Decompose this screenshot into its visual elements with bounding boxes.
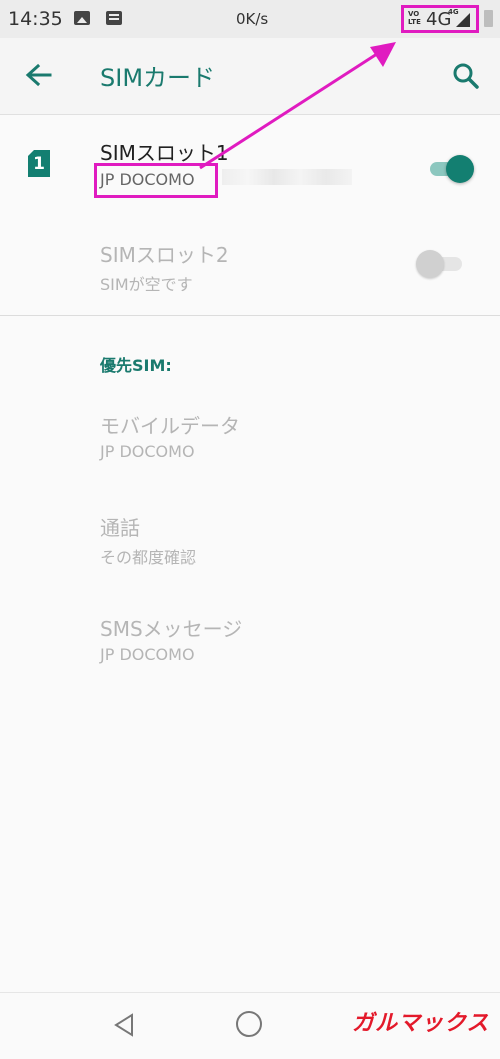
sim-card-icon: 1 [28,150,50,177]
sim-slot-2-toggle[interactable] [416,249,464,279]
search-button[interactable] [446,56,486,96]
preferred-sim-header: 優先SIM: [100,356,172,375]
pref-calls[interactable]: 通話 その都度確認 [100,512,480,592]
pref-title: SMSメッセージ [100,617,243,641]
back-button[interactable] [16,56,60,96]
volte-icon: VO LTE [408,10,421,26]
nav-home-icon[interactable] [236,1011,262,1037]
network-highlight-box: VO LTE 4G 4G [401,5,479,33]
status-bar: 14:35 0K/s VO LTE 4G 4G [0,0,500,38]
watermark-logo: ガルマックス [350,1005,492,1037]
pref-mobile-data[interactable]: モバイルデータ JP DOCOMO [100,410,480,490]
battery-icon [484,10,493,27]
pref-title: 通話 [100,516,140,540]
sim-slot-2-title: SIMスロット2 [100,243,229,267]
sim-slot-2-subtitle: SIMが空です [100,275,193,294]
navigation-bar: ガルマックス [0,992,500,1059]
network-speed: 0K/s [236,10,269,28]
status-time: 14:35 [8,8,63,30]
sim-slot-1-row[interactable]: 1 SIMスロット1 JP DOCOMO [0,115,500,215]
message-notification-icon [106,11,122,25]
signal-icon [456,13,470,27]
app-bar: SIMカード [0,38,500,115]
page-title: SIMカード [100,64,216,92]
sim-slot-2-row[interactable]: SIMスロット2 SIMが空です [0,215,500,315]
pref-value: JP DOCOMO [100,645,195,664]
sim-slot-1-toggle[interactable] [430,155,474,183]
pref-value: その都度確認 [100,548,197,567]
carrier-highlight-box [94,163,218,198]
arrow-back-icon [25,63,52,87]
toggle-thumb [446,155,474,183]
toggle-thumb [416,250,444,278]
pref-sms[interactable]: SMSメッセージ JP DOCOMO [100,613,480,693]
search-icon [453,63,479,89]
image-notification-icon [74,11,90,25]
pref-title: モバイルデータ [100,414,240,438]
sim-slot-1-title: SIMスロット1 [100,141,229,165]
nav-back-icon[interactable] [112,1011,138,1039]
phone-number-obscured [222,169,352,185]
pref-value: JP DOCOMO [100,442,195,461]
section-divider [0,315,500,316]
